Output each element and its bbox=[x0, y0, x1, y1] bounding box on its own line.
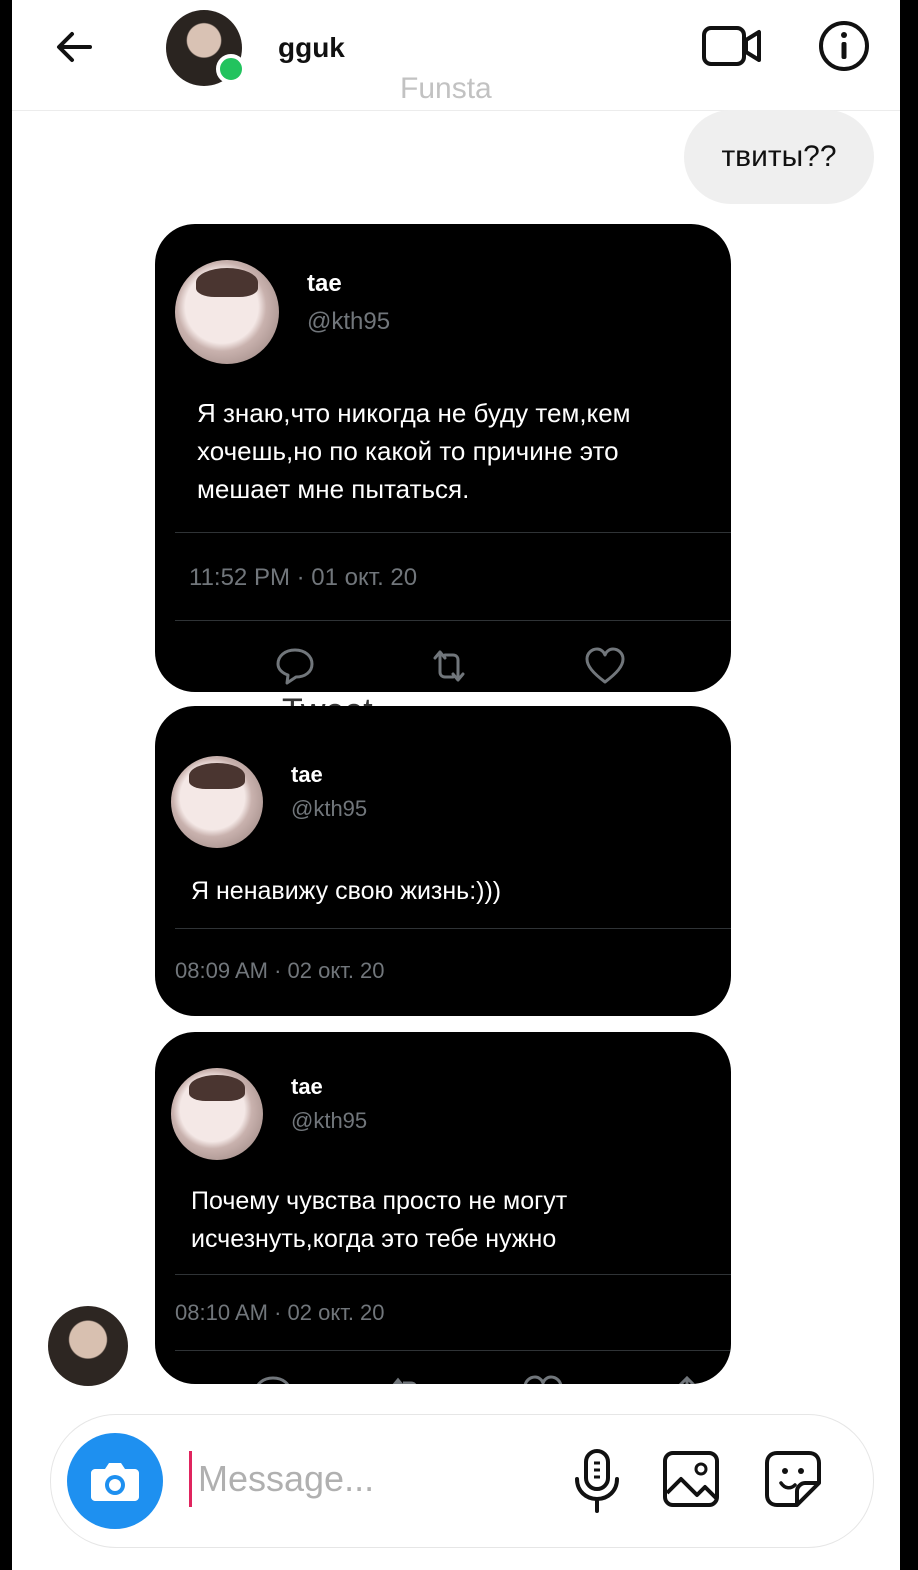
reply-icon[interactable] bbox=[251, 1372, 295, 1384]
retweet-icon[interactable] bbox=[385, 1372, 429, 1384]
tweet-author-handle: @kth95 bbox=[291, 1108, 368, 1133]
tweet-avatar bbox=[171, 756, 263, 848]
gallery-icon bbox=[663, 1451, 719, 1507]
tweet-text: Я ненавижу свою жизнь:))) bbox=[191, 877, 502, 905]
outgoing-message[interactable]: твиты?? bbox=[684, 110, 874, 204]
divider bbox=[175, 620, 731, 621]
divider bbox=[175, 1350, 731, 1351]
video-call-button[interactable] bbox=[702, 26, 762, 66]
sticker-icon bbox=[765, 1451, 821, 1507]
voice-message-button[interactable] bbox=[569, 1447, 625, 1515]
info-button[interactable] bbox=[818, 20, 870, 72]
sticker-button[interactable] bbox=[761, 1447, 825, 1511]
chat-screen: gguk Funsta твиты?? tae @kth95 Я знаю,чт… bbox=[12, 0, 900, 1570]
tweet-avatar bbox=[175, 260, 279, 364]
online-status-dot bbox=[216, 54, 246, 84]
tweet-text: Я знаю,что никогда не буду тем,кем хочеш… bbox=[197, 398, 631, 504]
message-input[interactable] bbox=[189, 1451, 558, 1507]
tweet-author-name: tae bbox=[307, 270, 342, 297]
chat-header: gguk Funsta bbox=[12, 0, 900, 111]
divider bbox=[175, 928, 731, 929]
like-icon[interactable] bbox=[583, 644, 627, 688]
tweet-text: Почему чувства просто не могут исчезнуть… bbox=[191, 1187, 568, 1253]
reply-icon[interactable] bbox=[273, 644, 317, 688]
gallery-button[interactable] bbox=[659, 1447, 723, 1511]
microphone-icon bbox=[575, 1449, 619, 1513]
tweet-card[interactable]: tae @kth95 Я знаю,что никогда не буду те… bbox=[155, 224, 731, 692]
tweet-author-handle: @kth95 bbox=[307, 308, 391, 335]
tweet-author-handle: @kth95 bbox=[291, 796, 368, 821]
tweet-author-name: tae bbox=[291, 762, 323, 787]
info-icon bbox=[819, 21, 869, 71]
like-icon[interactable] bbox=[521, 1372, 565, 1384]
camera-icon bbox=[91, 1463, 139, 1501]
tweet-card[interactable]: tae @kth95 Почему чувства просто не могу… bbox=[155, 1032, 731, 1384]
share-icon[interactable] bbox=[665, 1372, 709, 1384]
back-button[interactable] bbox=[50, 22, 100, 72]
tweet-author-name: tae bbox=[291, 1074, 323, 1099]
tweet-timestamp: 08:09 AM · 02 окт. 20 bbox=[175, 958, 385, 983]
contact-username[interactable]: gguk bbox=[278, 32, 345, 64]
divider bbox=[175, 1274, 731, 1275]
tweet-card[interactable]: tae @kth95 Я ненавижу свою жизнь:))) 08:… bbox=[155, 706, 731, 1016]
contact-avatar[interactable] bbox=[166, 10, 246, 86]
tweet-timestamp: 08:10 AM · 02 окт. 20 bbox=[175, 1300, 385, 1325]
message-composer bbox=[50, 1414, 874, 1548]
divider bbox=[175, 532, 731, 533]
video-call-icon bbox=[702, 26, 761, 66]
contact-subtitle: Funsta bbox=[400, 72, 492, 105]
retweet-icon[interactable] bbox=[427, 644, 471, 688]
tweet-avatar bbox=[171, 1068, 263, 1160]
back-arrow-icon bbox=[57, 32, 92, 62]
tweet-timestamp: 11:52 PM · 01 окт. 20 bbox=[189, 564, 418, 591]
sender-avatar[interactable] bbox=[48, 1306, 128, 1386]
camera-button[interactable] bbox=[67, 1433, 163, 1529]
